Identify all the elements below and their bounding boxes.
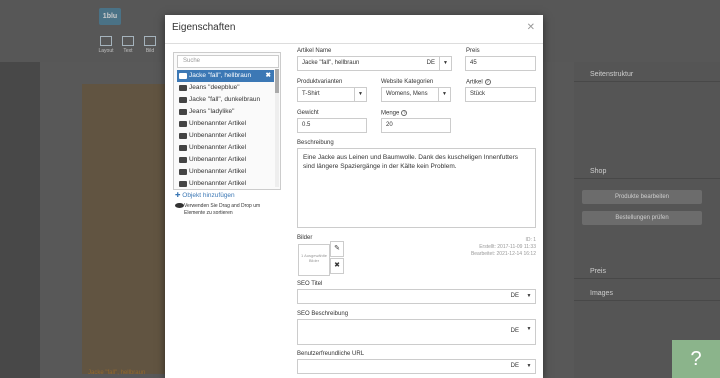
description-label: Beschreibung: [297, 140, 334, 146]
created-timestamp: Erstellt: 2017-11-09 11:33: [479, 244, 536, 250]
close-icon[interactable]: ✕: [527, 22, 535, 33]
language-badge: DE: [510, 363, 519, 369]
list-item[interactable]: Unbenannter Artikel: [177, 154, 274, 166]
list-scrollbar[interactable]: [275, 69, 279, 187]
language-badge: DE: [510, 293, 519, 299]
folder-icon: [179, 73, 187, 79]
seo-description-label: SEO Beschreibung: [297, 311, 349, 317]
list-item[interactable]: Unbenannter Artikel: [177, 118, 274, 130]
chevron-down-icon: ▼: [438, 88, 450, 101]
images-label: Bilder: [297, 235, 313, 241]
article-label: Artikel?: [466, 79, 491, 86]
title-divider: [165, 43, 543, 44]
folder-icon: [179, 109, 187, 115]
properties-dialog: Eigenschaften ✕ Suche Jacke "fall", hell…: [165, 15, 543, 378]
edited-timestamp: Bearbeitet: 2021-12-14 16:12: [470, 251, 536, 257]
list-item[interactable]: Jeans "deepblue": [177, 82, 274, 94]
chevron-down-icon[interactable]: ▼: [523, 360, 535, 373]
variants-select[interactable]: T-Shirt ▼: [297, 87, 367, 102]
info-icon: [175, 203, 184, 208]
help-icon[interactable]: ?: [484, 79, 491, 85]
language-badge: DE: [426, 60, 435, 66]
folder-icon: [179, 97, 187, 103]
help-icon[interactable]: ?: [401, 110, 408, 116]
price-label: Preis: [466, 48, 480, 54]
close-icon: ✖: [334, 262, 340, 269]
scrollbar-thumb[interactable]: [275, 69, 279, 93]
folder-icon: [179, 133, 187, 139]
list-item[interactable]: Unbenannter Artikel: [177, 130, 274, 142]
list-item[interactable]: Jacke "fall", hellbraun ✖: [177, 70, 274, 82]
search-input[interactable]: Suche: [177, 55, 279, 68]
chevron-down-icon[interactable]: ▼: [523, 326, 535, 332]
weight-label: Gewicht: [297, 110, 319, 116]
chevron-down-icon: ▼: [354, 88, 366, 101]
quantity-label: Menge?: [381, 110, 408, 117]
folder-icon: [179, 157, 187, 163]
edit-image-button[interactable]: ✎: [330, 241, 344, 257]
list-item[interactable]: Jacke "fall", dunkelbraun: [177, 94, 274, 106]
item-id: ID: 1: [525, 237, 536, 243]
seo-description-field[interactable]: DE ▼: [297, 319, 536, 345]
seo-title-field[interactable]: DE ▼: [297, 289, 536, 304]
seo-title-label: SEO Titel: [297, 281, 323, 287]
friendly-url-label: Benutzerfreundliche URL: [297, 351, 365, 357]
name-field[interactable]: Jacke "fall", hellbraun DE ▼: [297, 56, 452, 71]
description-textarea[interactable]: Eine Jacke aus Leinen und Baumwolle. Dan…: [297, 148, 536, 228]
folder-icon: [179, 181, 187, 187]
list-item[interactable]: Unbenannter Artikel: [177, 166, 274, 178]
weight-field[interactable]: 0.5: [297, 118, 367, 133]
quantity-field[interactable]: 20: [381, 118, 451, 133]
chevron-down-icon[interactable]: ▼: [439, 57, 451, 70]
list-item[interactable]: Jeans "ladylike": [177, 106, 274, 118]
list-item[interactable]: Unbenannter Artikel: [177, 178, 274, 190]
price-field[interactable]: 45: [465, 56, 536, 71]
variants-label: Produktvarianten: [297, 79, 343, 85]
add-object-link[interactable]: ✚ Objekt hinzufügen: [175, 191, 235, 199]
folder-icon: [179, 85, 187, 91]
folder-icon: [179, 169, 187, 175]
help-button[interactable]: ?: [672, 340, 720, 378]
article-field[interactable]: Stück: [465, 87, 536, 102]
friendly-url-field[interactable]: DE ▼: [297, 359, 536, 374]
dialog-title: Eigenschaften: [172, 22, 236, 33]
delete-image-button[interactable]: ✖: [330, 258, 344, 274]
language-badge: DE: [510, 328, 519, 334]
categories-label: Website Kategorien: [381, 79, 434, 85]
folder-icon: [179, 121, 187, 127]
name-label: Artikel Name: [297, 48, 332, 54]
chevron-down-icon[interactable]: ▼: [523, 290, 535, 303]
sort-hint: Verwenden Sie Drag and Drop um Elemente …: [175, 203, 281, 217]
pencil-icon: ✎: [334, 245, 340, 252]
remove-icon[interactable]: ✖: [266, 70, 271, 82]
list-item[interactable]: Unbenannter Artikel: [177, 142, 274, 154]
image-thumbnail[interactable]: 1 Ausgewählte Bilder: [298, 244, 330, 276]
folder-icon: [179, 145, 187, 151]
categories-select[interactable]: Womens, Mens ▼: [381, 87, 451, 102]
article-list: Suche Jacke "fall", hellbraun ✖ Jeans "de…: [173, 52, 281, 190]
